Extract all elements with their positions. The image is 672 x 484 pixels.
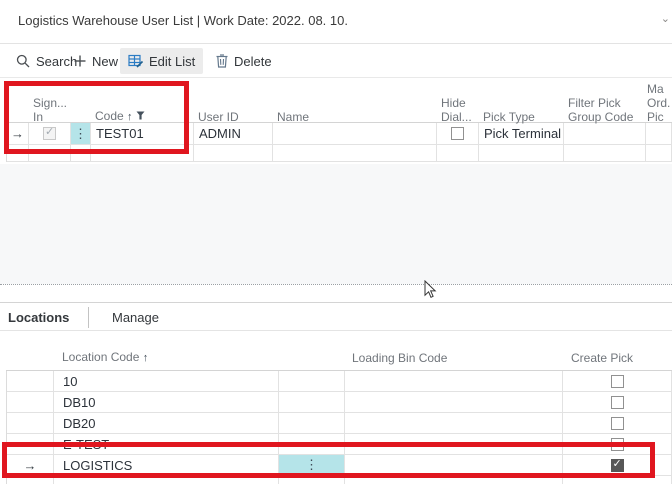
page: Logistics Warehouse User List | Work Dat… <box>0 0 672 484</box>
edit-list-icon <box>128 54 143 68</box>
create-pick-checkbox[interactable]: ✓ <box>611 396 624 409</box>
loading-bin-code-cell[interactable] <box>345 455 563 476</box>
locations-header-row: Location Code ↑ Loading Bin Code Create … <box>6 334 672 371</box>
row-options-menu[interactable]: ⋮ <box>71 123 91 145</box>
user-list-grid: Sign... In Code ↑ User ID Name Hide Dial… <box>6 82 672 162</box>
create-pick-checkbox[interactable]: ✓ <box>611 375 624 388</box>
filter-funnel-icon <box>136 109 145 123</box>
row-selector-arrow[interactable]: → <box>7 455 54 476</box>
hide-dialog-cell[interactable]: ✓ <box>437 123 479 145</box>
selector-column-header <box>6 365 53 370</box>
sort-ascending-icon: ↑ <box>127 111 133 123</box>
delete-button[interactable]: Delete <box>208 48 280 74</box>
section-divider <box>88 307 89 328</box>
locations-grid: Location Code ↑ Loading Bin Code Create … <box>6 334 672 484</box>
filter-pick-group-cell[interactable] <box>564 123 646 145</box>
column-header-location-code[interactable]: Location Code ↑ <box>53 350 278 370</box>
pane-splitter[interactable] <box>0 284 672 285</box>
trash-icon <box>216 54 228 68</box>
location-empty-row[interactable] <box>6 476 672 484</box>
new-button[interactable]: New <box>66 48 126 74</box>
edit-list-button[interactable]: Edit List <box>120 48 203 74</box>
loading-bin-code-cell[interactable] <box>345 413 563 434</box>
code-cell[interactable]: TEST01 <box>91 123 194 145</box>
user-grid-header-row: Sign... In Code ↑ User ID Name Hide Dial… <box>6 82 672 123</box>
page-title: Logistics Warehouse User List | Work Dat… <box>18 13 348 28</box>
location-code-cell[interactable]: DB10 <box>54 392 279 413</box>
chevron-down-icon[interactable]: ⌄ <box>661 12 670 25</box>
new-label: New <box>92 54 118 69</box>
create-pick-checkbox[interactable]: ✓ <box>611 417 624 430</box>
mouse-cursor <box>424 280 437 302</box>
location-row-db20[interactable]: DB20 ✓ <box>6 413 672 434</box>
location-row-e-test[interactable]: E-TEST ✓ <box>6 434 672 455</box>
plus-icon <box>74 55 86 67</box>
max-orders-pick-cell[interactable] <box>646 123 672 145</box>
create-pick-cell[interactable]: ✓ <box>563 413 672 434</box>
sort-ascending-icon: ↑ <box>143 352 149 364</box>
loading-bin-code-cell[interactable] <box>345 434 563 455</box>
hide-dialog-checkbox[interactable]: ✓ <box>451 127 464 140</box>
locations-section-bar: Locations Manage <box>0 302 672 331</box>
loading-bin-code-cell[interactable] <box>345 371 563 392</box>
user-id-cell[interactable]: ADMIN <box>194 123 273 145</box>
ellipsis-column-header <box>278 365 344 370</box>
empty-grid-area <box>0 164 672 284</box>
action-toolbar: Search New Edit List Delete <box>0 44 672 78</box>
location-code-cell[interactable]: DB20 <box>54 413 279 434</box>
row-options-menu[interactable]: ⋮ <box>279 455 345 476</box>
location-code-cell[interactable]: 10 <box>54 371 279 392</box>
sign-in-cell[interactable]: ✓ <box>29 123 71 145</box>
row-selector-arrow[interactable]: → <box>7 123 29 145</box>
location-code-cell[interactable]: LOGISTICS <box>54 455 279 476</box>
edit-list-label: Edit List <box>149 54 195 69</box>
column-header-loading-bin-code[interactable]: Loading Bin Code <box>344 351 562 370</box>
locations-section-title: Locations <box>8 310 69 325</box>
create-pick-cell[interactable]: ✓ <box>563 434 672 455</box>
create-pick-checkbox[interactable]: ✓ <box>611 438 624 451</box>
location-row-db10[interactable]: DB10 ✓ <box>6 392 672 413</box>
sign-in-checkbox[interactable]: ✓ <box>43 127 56 140</box>
column-header-create-pick[interactable]: Create Pick <box>562 351 672 370</box>
pick-type-cell[interactable]: Pick Terminal <box>479 123 564 145</box>
location-code-cell[interactable]: E-TEST <box>54 434 279 455</box>
create-pick-cell[interactable]: ✓ <box>563 455 672 476</box>
create-pick-checkbox[interactable]: ✓ <box>611 459 624 472</box>
create-pick-cell[interactable]: ✓ <box>563 392 672 413</box>
column-header-max-orders-pick[interactable]: Ma Ord. Pic <box>645 82 672 128</box>
delete-label: Delete <box>234 54 272 69</box>
manage-menu-button[interactable]: Manage <box>112 310 159 325</box>
location-row-10[interactable]: 10 ✓ <box>6 371 672 392</box>
title-bar: Logistics Warehouse User List | Work Dat… <box>0 0 672 44</box>
loading-bin-code-cell[interactable] <box>345 392 563 413</box>
user-empty-row[interactable] <box>6 145 672 162</box>
location-row-logistics[interactable]: → LOGISTICS ⋮ ✓ <box>6 455 672 476</box>
create-pick-cell[interactable]: ✓ <box>563 371 672 392</box>
user-row-test01[interactable]: → ✓ ⋮ TEST01 ADMIN ✓ Pick Terminal <box>6 123 672 145</box>
search-icon <box>16 54 30 68</box>
name-cell[interactable] <box>273 123 437 145</box>
